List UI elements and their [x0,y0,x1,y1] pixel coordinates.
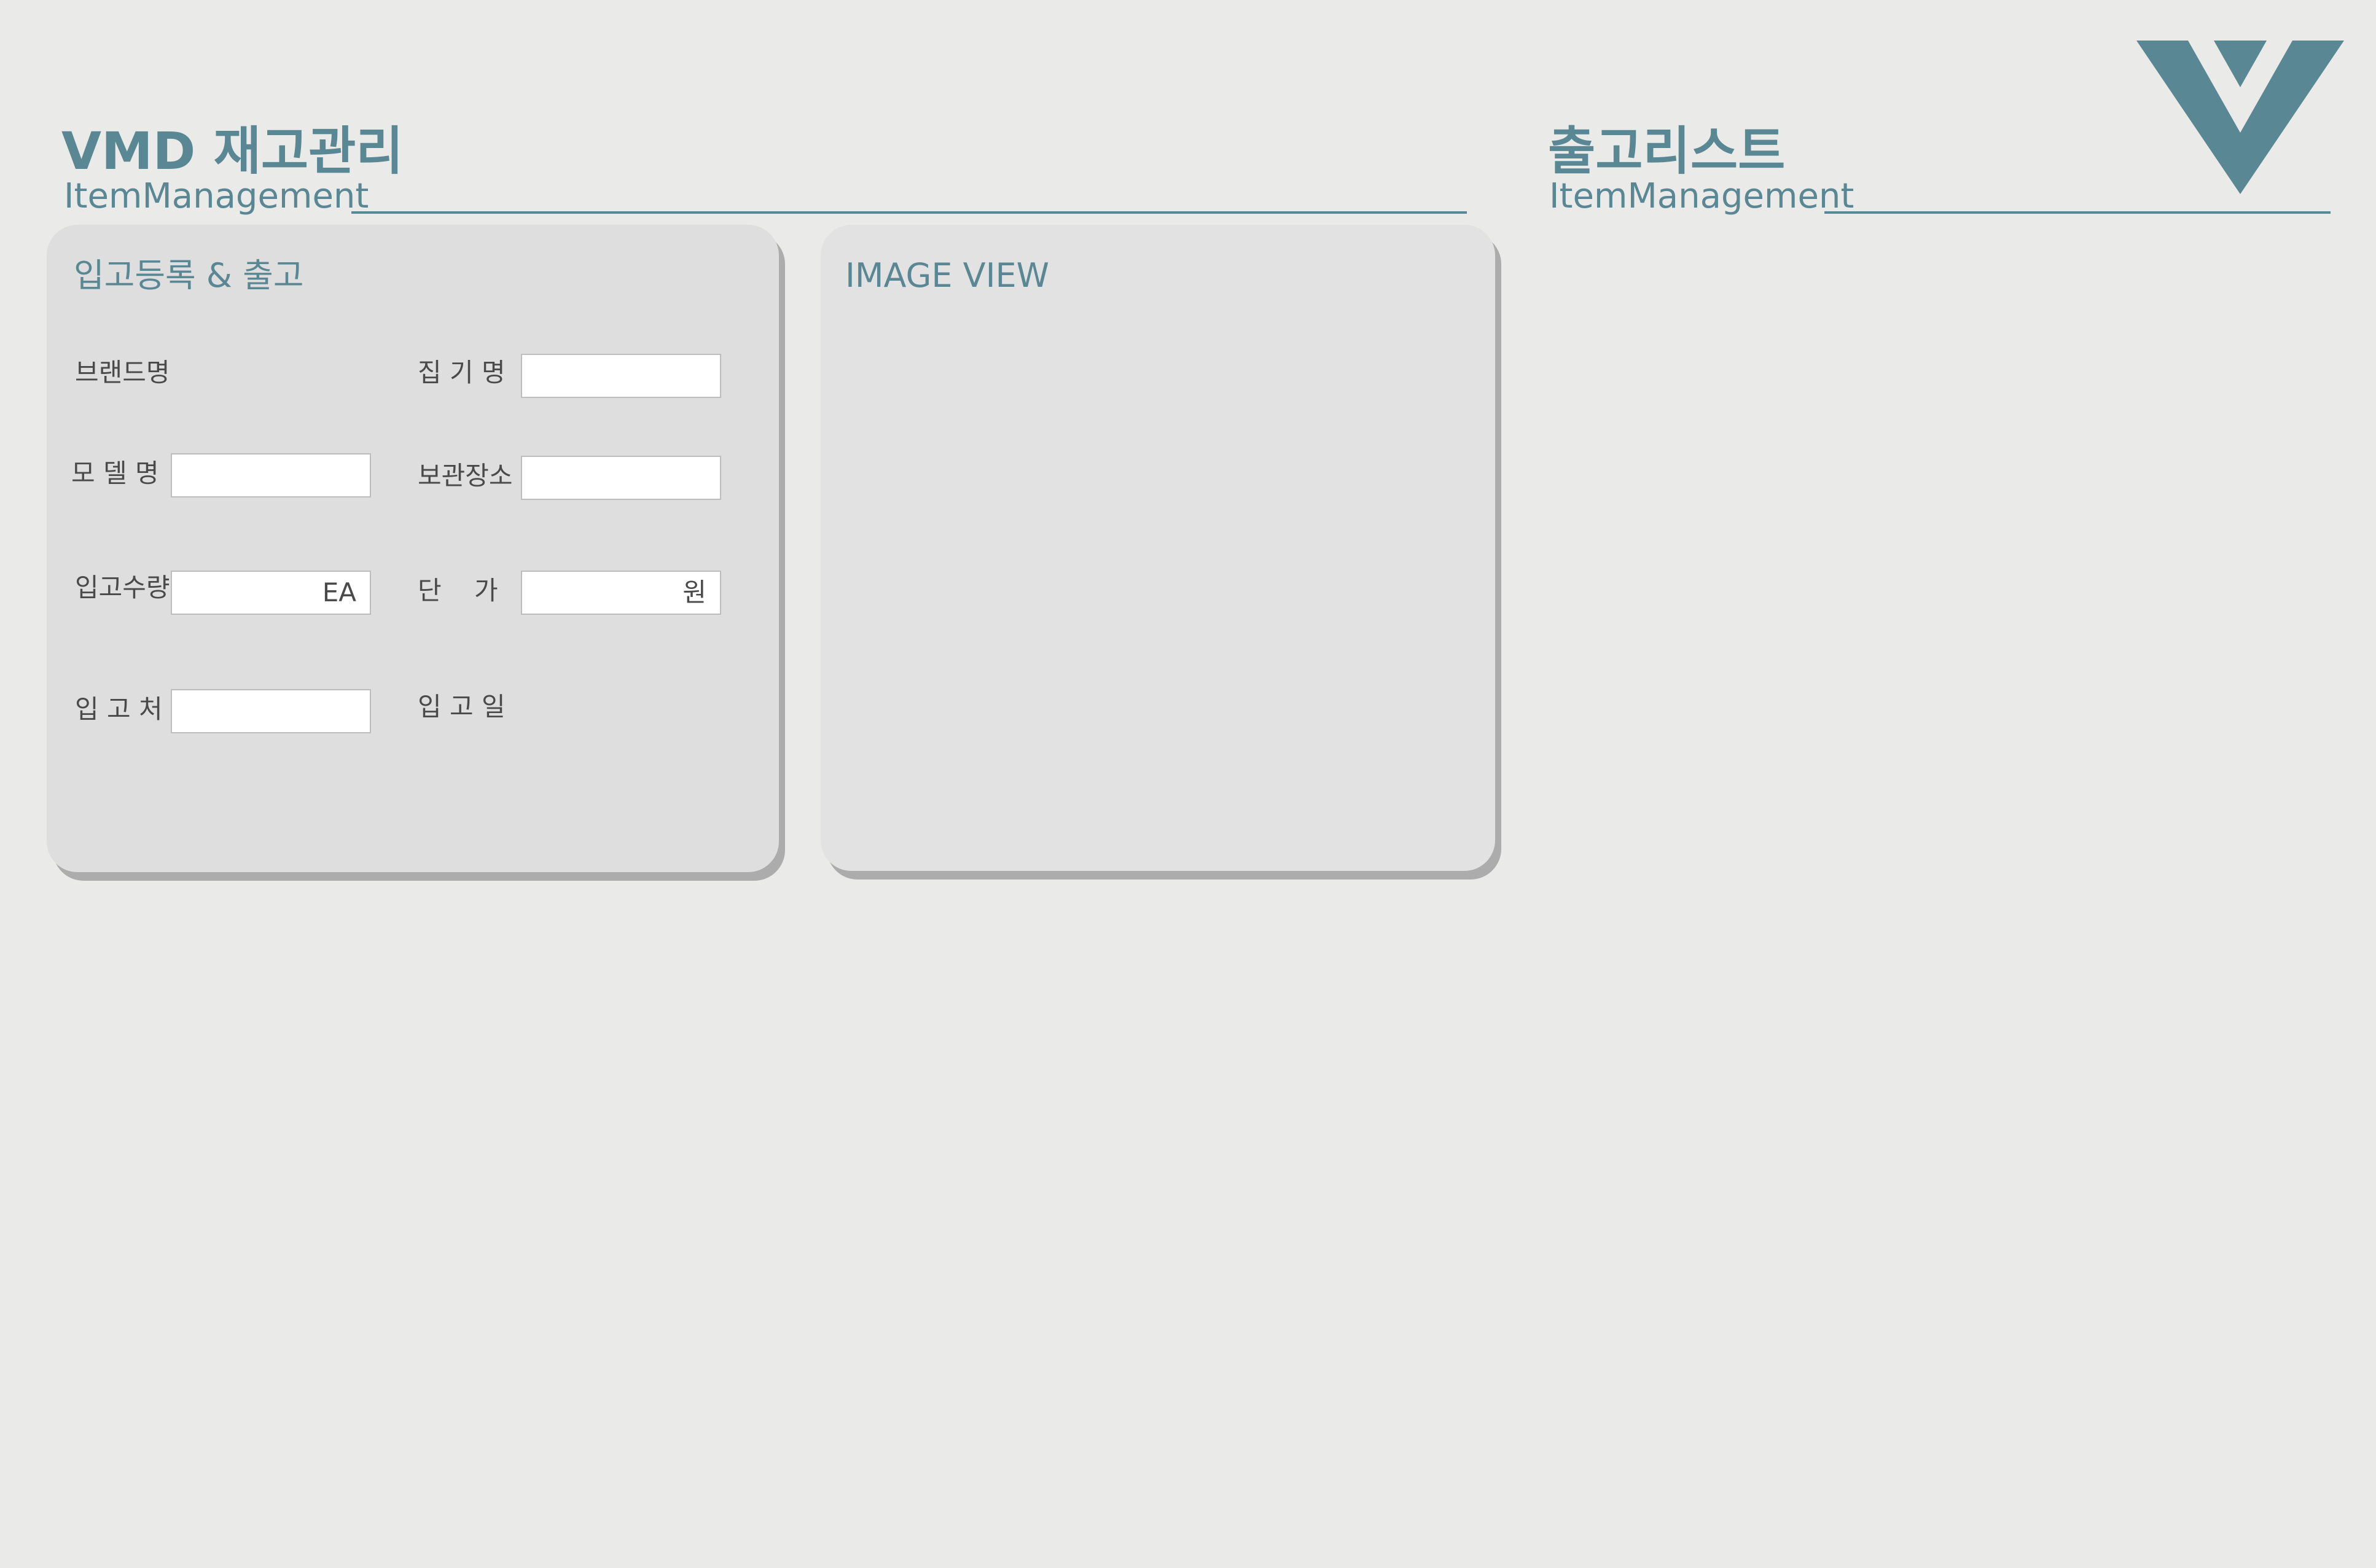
model-input[interactable] [171,453,371,497]
quantity-input[interactable]: EA [171,571,371,615]
image-view-title: IMAGE VIEW [845,256,1050,295]
outbound-list-divider [1824,211,2331,214]
app-title: VMD 재고관리 [61,121,404,181]
app-subtitle: ItemManagement [64,176,369,216]
outbound-list-title: 출고리스트 [1548,121,1786,181]
fixture-label: 집 기 명 [418,357,506,388]
quantity-label: 입고수량 [75,572,170,603]
unit-price-label: 단 가 [418,575,498,606]
supplier-label: 입 고 처 [75,694,163,724]
v-logo-icon [2136,41,2344,194]
storage-label: 보관장소 [418,461,513,491]
unit-price-unit: 원 [682,577,706,607]
date-label: 입 고 일 [418,692,506,722]
brand-label: 브랜드명 [75,357,170,388]
inbound-registration-panel: 입고등록 & 출고 브랜드명 모 델 명 입고수량 EA 입 고 처 집 기 명… [47,225,779,872]
unit-price-input[interactable]: 원 [521,571,721,615]
supplier-input[interactable] [171,689,371,733]
header-divider [351,211,1467,214]
model-label: 모 델 명 [71,458,159,488]
image-view-panel: IMAGE VIEW [821,225,1495,871]
quantity-unit: EA [322,577,356,607]
outbound-list-subtitle: ItemManagement [1549,176,1854,216]
storage-input[interactable] [521,456,721,500]
panel-title: 입고등록 & 출고 [74,256,304,295]
fixture-input[interactable] [521,354,721,398]
